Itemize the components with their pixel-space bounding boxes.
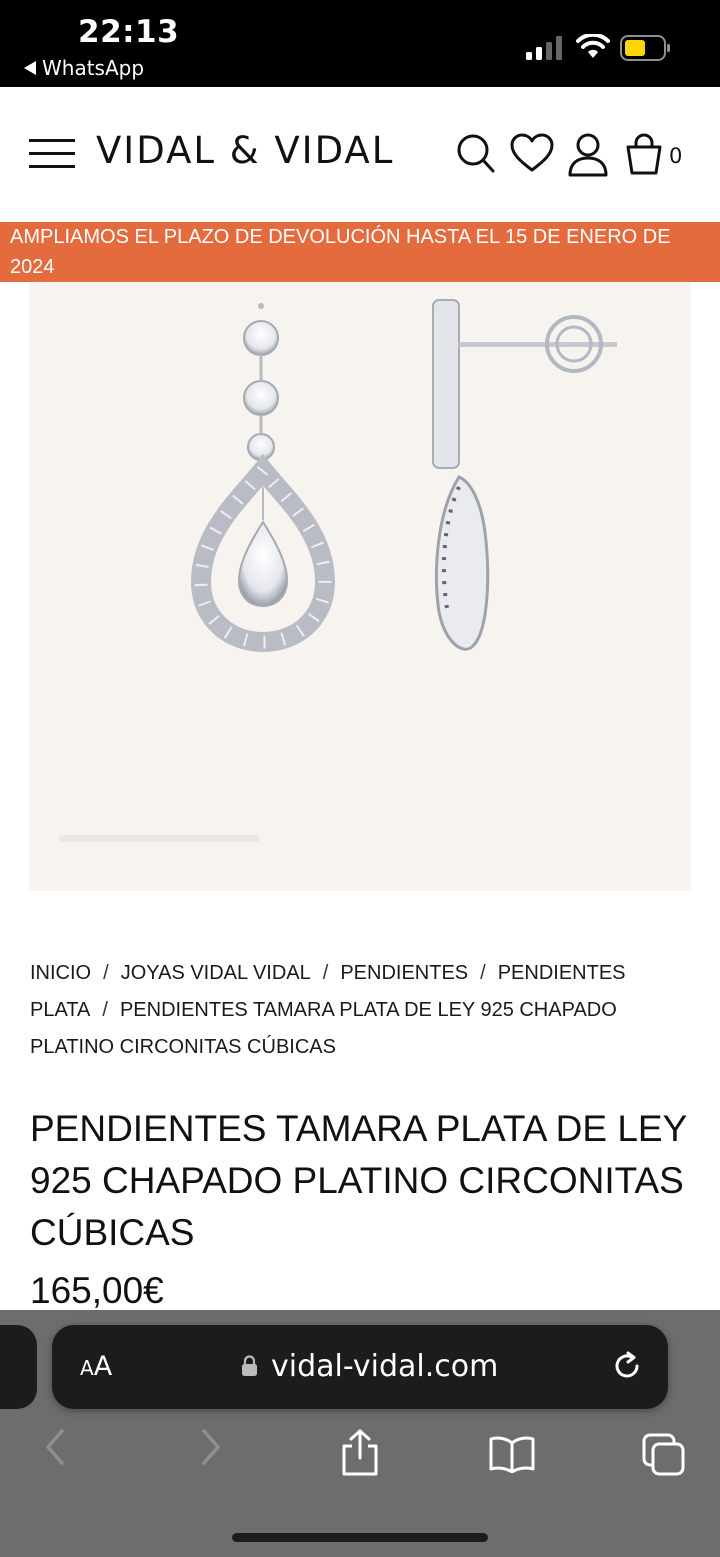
back-triangle-icon: [24, 61, 36, 75]
cart-icon[interactable]: [625, 133, 663, 175]
user-icon[interactable]: [568, 133, 608, 177]
search-icon[interactable]: [456, 133, 496, 175]
breadcrumb-item-joyas[interactable]: JOYAS VIDAL VIDAL: [121, 962, 311, 984]
breadcrumb-separator: /: [480, 962, 486, 984]
promo-banner[interactable]: AMPLIAMOS EL PLAZO DE DEVOLUCIÓN HASTA E…: [0, 222, 720, 282]
home-indicator[interactable]: [232, 1533, 488, 1542]
url-text[interactable]: vidal-vidal.com: [271, 1349, 498, 1384]
forward-icon[interactable]: [196, 1427, 226, 1467]
bookmarks-icon[interactable]: [488, 1435, 536, 1473]
breadcrumb-separator: /: [102, 999, 108, 1021]
site-header: VIDAL & VIDAL 0: [0, 87, 720, 222]
previous-tab-peek[interactable]: [0, 1325, 37, 1409]
wifi-icon: [576, 34, 610, 58]
browser-toolbar: AA vidal-vidal.com: [0, 1310, 720, 1557]
product-price: 165,00€: [30, 1270, 164, 1311]
share-icon[interactable]: [340, 1428, 380, 1476]
breadcrumb-item-inicio[interactable]: INICIO: [30, 962, 91, 984]
breadcrumb-separator: /: [322, 962, 329, 984]
earrings-picture: [59, 299, 617, 842]
text-size-button[interactable]: AA: [80, 1351, 112, 1382]
heart-icon[interactable]: [510, 133, 554, 173]
text-size-small-label: A: [80, 1356, 94, 1380]
product-title: PENDIENTES TAMARA PLATA DE LEY 925 CHAPA…: [30, 1108, 687, 1253]
text-size-big-label: A: [93, 1351, 113, 1382]
gallery-scroll-indicator: [59, 835, 259, 842]
product-image[interactable]: [29, 282, 691, 891]
breadcrumb-item-pendientes[interactable]: PENDIENTES: [340, 962, 468, 984]
back-to-app-link[interactable]: WhatsApp: [24, 56, 144, 80]
signal-icon: [526, 36, 562, 60]
address-bar[interactable]: AA vidal-vidal.com: [52, 1325, 668, 1409]
breadcrumb-separator: /: [103, 962, 109, 984]
breadcrumb: INICIO / JOYAS VIDAL VIDAL / PENDIENTES / PEND…: [30, 955, 690, 1066]
brand-logo[interactable]: VIDAL & VIDAL: [96, 129, 394, 172]
breadcrumb-item-current: PENDIENTES TAMARA PLATA DE LEY 925 CHAPA…: [30, 999, 617, 1058]
status-time: 22:13: [78, 14, 180, 50]
lock-icon: [242, 1355, 257, 1376]
back-icon[interactable]: [40, 1427, 70, 1467]
tabs-icon[interactable]: [642, 1433, 686, 1477]
menu-icon[interactable]: [29, 139, 75, 169]
battery-icon: [620, 35, 670, 61]
cart-count[interactable]: 0: [669, 144, 682, 168]
back-app-label: WhatsApp: [42, 56, 145, 80]
reload-icon[interactable]: [610, 1349, 644, 1383]
status-bar: 22:13 WhatsApp: [0, 0, 720, 87]
